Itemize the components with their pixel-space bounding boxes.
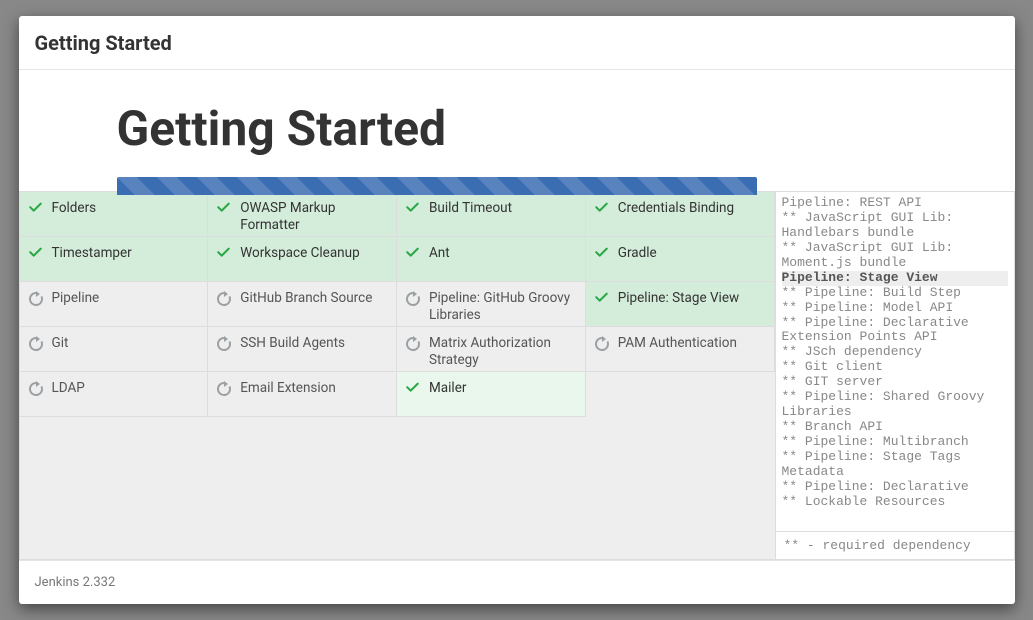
check-icon	[28, 201, 44, 217]
dependency-log-panel: Pipeline: REST API** JavaScript GUI Lib:…	[775, 191, 1015, 560]
log-line: ** JSch dependency	[782, 345, 1008, 360]
check-icon	[216, 246, 232, 262]
plugin-name: SSH Build Agents	[240, 335, 345, 352]
plugin-name: Folders	[52, 200, 97, 217]
log-line: ** Git client	[782, 360, 1008, 375]
plugin-tile: Pipeline	[20, 282, 209, 327]
check-icon	[594, 201, 610, 217]
plugin-name: GitHub Branch Source	[240, 290, 372, 307]
log-line: ** Pipeline: Declarative	[782, 480, 1008, 495]
log-line: ** JavaScript GUI Lib: Handlebars bundle	[782, 211, 1008, 241]
modal-title: Getting Started	[35, 31, 999, 55]
plugin-name: Pipeline: Stage View	[618, 290, 739, 307]
plugin-name: Gradle	[618, 245, 657, 262]
check-icon	[405, 381, 421, 397]
log-line: ** Pipeline: Build Step	[782, 286, 1008, 301]
dependency-log[interactable]: Pipeline: REST API** JavaScript GUI Lib:…	[776, 192, 1014, 531]
plugin-tile: PAM Authentication	[586, 327, 775, 372]
modal-footer: Jenkins 2.332	[19, 560, 1015, 604]
plugin-grid: Folders OWASP Markup Formatter Build Timeo…	[19, 191, 775, 560]
check-icon	[594, 291, 610, 307]
banner: Getting Started	[19, 70, 1015, 167]
plugin-tile: GitHub Branch Source	[208, 282, 397, 327]
plugin-tile: Email Extension	[208, 372, 397, 417]
plugin-tile: Pipeline: Stage View	[586, 282, 775, 327]
plugin-name: Build Timeout	[429, 200, 512, 217]
plugin-name: LDAP	[52, 380, 85, 397]
refresh-icon	[28, 291, 44, 307]
plugin-tile: Git	[20, 327, 209, 372]
log-line-current: Pipeline: Stage View	[782, 271, 1008, 286]
check-icon	[594, 246, 610, 262]
progress-bar-container	[117, 177, 757, 195]
plugin-tile: LDAP	[20, 372, 209, 417]
log-line: ** Pipeline: Stage Tags Metadata	[782, 450, 1008, 480]
plugin-tile: Credentials Binding	[586, 192, 775, 237]
plugin-tile: OWASP Markup Formatter	[208, 192, 397, 237]
refresh-icon	[216, 381, 232, 397]
refresh-icon	[216, 291, 232, 307]
refresh-icon	[216, 336, 232, 352]
page-title: Getting Started	[117, 100, 1015, 157]
log-line: ** Lockable Resources	[782, 495, 1008, 510]
log-line: ** GIT server	[782, 375, 1008, 390]
plugin-name: Git	[52, 335, 69, 352]
refresh-icon	[28, 381, 44, 397]
refresh-icon	[594, 336, 610, 352]
jenkins-version: Jenkins 2.332	[35, 575, 116, 590]
log-line: ** Pipeline: Shared Groovy Libraries	[782, 390, 1008, 420]
plugin-tile: Ant	[397, 237, 586, 282]
check-icon	[405, 246, 421, 262]
plugin-tile: Mailer	[397, 372, 586, 417]
refresh-icon	[405, 336, 421, 352]
plugin-tile: Build Timeout	[397, 192, 586, 237]
plugin-tile: Timestamper	[20, 237, 209, 282]
plugin-name: Mailer	[429, 380, 466, 397]
log-line: ** Pipeline: Multibranch	[782, 435, 1008, 450]
plugin-tile: Matrix Authorization Strategy	[397, 327, 586, 372]
log-line: ** Pipeline: Model API	[782, 301, 1008, 316]
log-line: Pipeline: REST API	[782, 196, 1008, 211]
check-icon	[216, 201, 232, 217]
check-icon	[28, 246, 44, 262]
plugin-name: Matrix Authorization Strategy	[429, 335, 579, 369]
plugin-tile: Pipeline: GitHub Groovy Libraries	[397, 282, 586, 327]
log-line: ** Pipeline: Declarative Extension Point…	[782, 316, 1008, 346]
progress-bar	[117, 177, 757, 195]
plugin-name: Pipeline: GitHub Groovy Libraries	[429, 290, 579, 324]
plugin-tile: Workspace Cleanup	[208, 237, 397, 282]
plugin-name: Credentials Binding	[618, 200, 734, 217]
refresh-icon	[405, 291, 421, 307]
plugin-tile: Gradle	[586, 237, 775, 282]
plugin-name: Email Extension	[240, 380, 336, 397]
check-icon	[405, 201, 421, 217]
refresh-icon	[28, 336, 44, 352]
plugin-name: Pipeline	[52, 290, 100, 307]
plugin-name: OWASP Markup Formatter	[240, 200, 390, 234]
plugin-name: PAM Authentication	[618, 335, 737, 352]
setup-wizard-modal: Getting Started Getting Started Folders O…	[19, 16, 1015, 604]
plugin-name: Ant	[429, 245, 450, 262]
plugin-tile: SSH Build Agents	[208, 327, 397, 372]
plugin-name: Timestamper	[52, 245, 132, 262]
log-line: ** JavaScript GUI Lib: Moment.js bundle	[782, 241, 1008, 271]
log-line: ** Branch API	[782, 420, 1008, 435]
modal-header: Getting Started	[19, 16, 1015, 70]
dependency-log-footer: ** - required dependency	[776, 531, 1014, 559]
plugin-name: Workspace Cleanup	[240, 245, 359, 262]
plugin-tile: Folders	[20, 192, 209, 237]
